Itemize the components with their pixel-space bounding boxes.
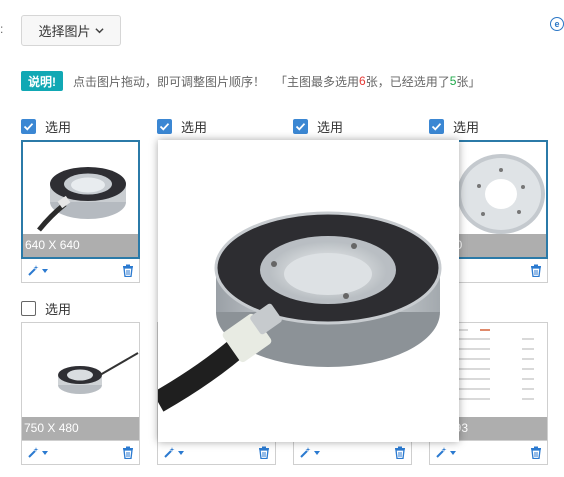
checkmark-icon [431,122,442,131]
use-label: 选用 [453,119,480,135]
use-label: 选用 [45,301,72,317]
use-label: 选用 [181,119,208,135]
edit-image-button[interactable] [435,446,456,459]
caret-down-icon [178,450,184,455]
checkbox-checked[interactable] [293,118,308,134]
image-tools [157,441,276,465]
caret-down-icon [42,450,48,455]
notice-text-b: 「主图最多选用 [275,74,360,89]
checkbox-checked[interactable] [429,118,444,134]
caret-down-icon [314,450,320,455]
trash-icon[interactable] [122,264,134,277]
use-checkbox-row[interactable]: 选用 [157,117,276,135]
electromagnet-preview-image [158,140,459,442]
trash-icon[interactable] [530,264,542,277]
trash-icon[interactable] [122,446,134,459]
select-image-label: 选择图片 [38,24,91,39]
edit-image-button[interactable] [27,446,48,459]
edit-image-button[interactable] [163,446,184,459]
chevron-down-icon [94,28,104,34]
edit-image-button[interactable] [299,446,320,459]
info-circle-icon[interactable]: e [550,17,564,31]
caret-down-icon [450,450,456,455]
image-tools [21,441,140,465]
trash-icon[interactable] [394,446,406,459]
image-cell: 选用 [157,117,276,135]
checkbox-checked[interactable] [157,118,172,134]
select-image-button[interactable]: 选择图片 [21,15,121,46]
image-cell: 选用 750 X 480 [21,299,140,465]
magic-wand-icon [28,265,39,276]
notice-bar: 说明! 点击图片拖动，即可调整图片顺序！ 「主图最多选用 6 张，已经选用了 5 张」 [21,71,480,91]
use-label: 选用 [45,119,72,135]
checkbox-unchecked[interactable] [21,300,36,316]
checkmark-icon [159,122,170,131]
image-tools [429,441,548,465]
image-preview-popup [158,140,459,442]
use-checkbox-row[interactable]: 选用 [21,117,140,135]
checkmark-icon [23,122,34,131]
field-colon: : [0,22,4,36]
image-picker-page: : 选择图片 e 说明! 点击图片拖动，即可调整图片顺序！ 「主图最多选用 6 张，… [0,0,564,477]
magic-wand-icon [436,447,447,458]
use-label: 选用 [317,119,344,135]
checkbox-checked[interactable] [21,118,36,134]
image-tools [21,259,140,283]
image-dimensions: 750 X 480 [22,417,139,440]
magic-wand-icon [300,447,311,458]
notice-text-a: 点击图片拖动，即可调整图片顺序！ [73,74,266,89]
use-checkbox-row[interactable]: 选用 [293,117,412,135]
trash-icon[interactable] [530,446,542,459]
checkmark-icon [295,122,306,131]
use-checkbox-row[interactable]: 选用 [429,117,548,135]
image-cell: 选用 640 X 640 [21,117,140,283]
image-dimensions: 640 X 640 [23,234,138,257]
max-count: 6 [359,74,366,88]
image-thumbnail[interactable]: 640 X 640 [21,140,140,259]
trash-icon[interactable] [258,446,270,459]
caret-down-icon [42,268,48,273]
image-cell: 选用 [293,117,412,135]
magic-wand-icon [28,447,39,458]
used-count: 5 [449,74,457,88]
image-thumbnail[interactable]: 750 X 480 [21,322,140,441]
image-tools [293,441,412,465]
magic-wand-icon [164,447,175,458]
notice-text-d: 张」 [456,74,481,89]
edit-image-button[interactable] [27,264,48,277]
use-checkbox-row[interactable]: 选用 [21,299,140,317]
notice-badge: 说明! [21,71,63,91]
notice-text-c: 张，已经选用了 [365,74,450,89]
